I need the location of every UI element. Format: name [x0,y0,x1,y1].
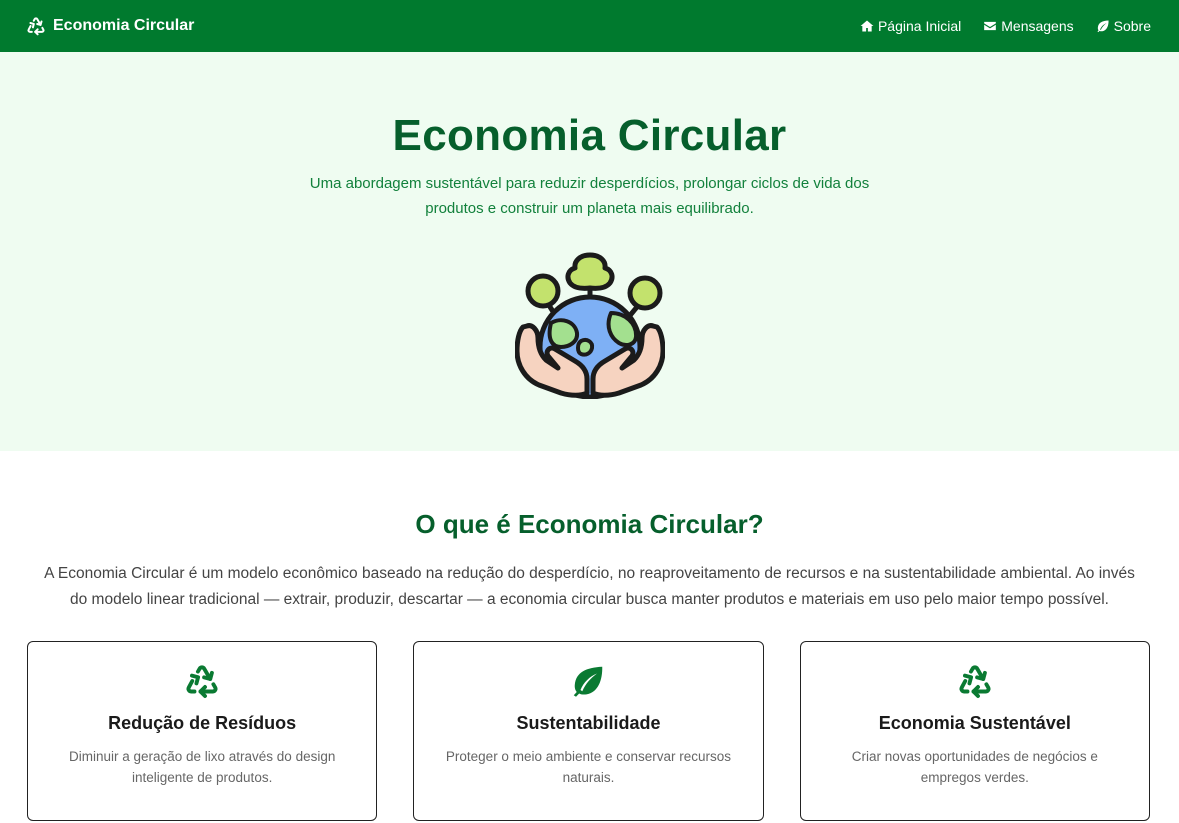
card-economia-sustentavel: Economia Sustentável Criar novas oportun… [799,641,1150,821]
brand-link[interactable]: Economia Circular [26,16,194,36]
hero-section: Economia Circular Uma abordagem sustentá… [0,52,1179,451]
card-text: Diminuir a geração de lixo através do de… [68,749,336,785]
recycle-icon [957,663,993,699]
card-title: Economia Sustentável [878,713,1071,733]
recycle-icon [27,17,45,36]
envelope-icon [984,21,997,31]
card-text: Criar novas oportunidades de negócios e … [851,749,1098,785]
feature-cards: Redução de Resíduos Diminuir a geração d… [0,641,1179,821]
card-title: Redução de Resíduos [108,713,297,733]
about-title: O que é Economia Circular? [415,509,764,539]
nav-link-about-label: Sobre [1113,18,1151,34]
brand-name: Economia Circular [53,17,195,34]
nav-link-home[interactable]: Página Inicial [860,18,961,34]
card-title: Sustentabilidade [516,713,661,733]
recycle-icon [184,663,220,699]
hero-subtitle: Uma abordagem sustentável para reduzir d… [309,175,870,217]
about-section: O que é Economia Circular? A Economia Ci… [0,451,1179,821]
nav-link-about[interactable]: Sobre [1096,18,1151,34]
card-reducao-residuos: Redução de Resíduos Diminuir a geração d… [27,641,378,821]
about-text: A Economia Circular é um modelo econômic… [44,565,1135,608]
earth-in-hands-illustration [514,252,665,399]
leaf-icon [570,663,606,699]
home-icon [860,20,874,32]
navbar: Economia Circular Página Inicial Mensage… [0,0,1179,52]
card-text: Proteger o meio ambiente e conservar rec… [445,749,732,785]
nav-link-messages-label: Mensagens [1001,18,1074,34]
nav-link-home-label: Página Inicial [877,18,962,34]
card-sustentabilidade: Sustentabilidade Proteger o meio ambient… [413,641,764,821]
hero-title: Economia Circular [392,111,787,160]
leaf-icon [1097,20,1109,33]
nav-link-messages[interactable]: Mensagens [983,18,1074,34]
nav-links: Página Inicial Mensagens Sobre [860,18,1151,34]
